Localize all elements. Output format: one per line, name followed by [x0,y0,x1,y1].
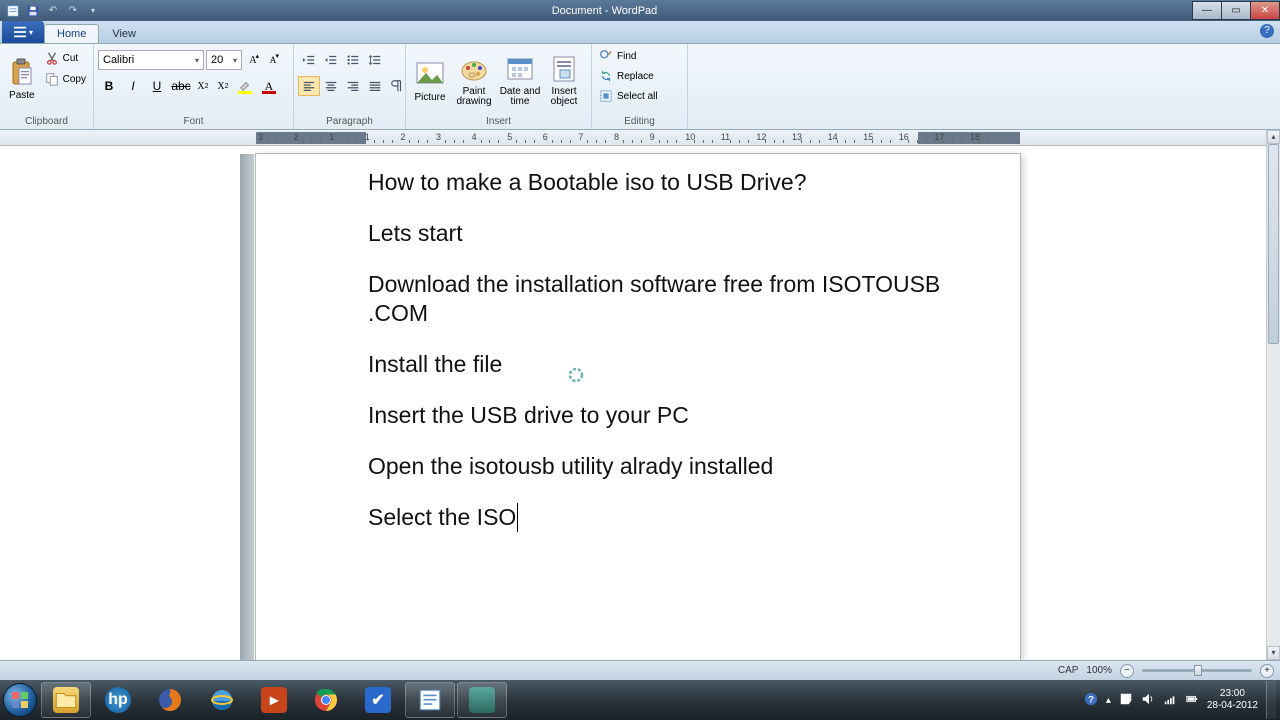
taskbar: hp ▸ ✔ ? ▴ 23:00 28-04-2012 [0,680,1280,720]
find-button[interactable]: Find [596,46,680,66]
document-area: 321123456789101112131415161718 How to ma… [0,130,1266,660]
page[interactable]: How to make a Bootable iso to USB Drive?… [256,154,1020,660]
taskbar-chrome[interactable] [301,682,351,718]
zoom-level: 100% [1086,665,1112,676]
tab-view[interactable]: View [99,24,149,43]
wordpad-icon[interactable] [6,4,20,18]
paragraph-4: Install the file [368,350,960,379]
paragraph-3: Download the installation software free … [368,270,960,328]
justify-button[interactable] [364,76,386,96]
taskbar-hp[interactable]: hp [93,682,143,718]
svg-text:?: ? [1088,694,1094,705]
save-icon[interactable] [26,4,40,18]
tab-home[interactable]: Home [44,24,99,43]
copy-button[interactable]: Copy [42,69,89,89]
paragraph-group-label: Paragraph [298,115,401,129]
quick-access-toolbar: ↶ ↷ ▾ [0,4,106,18]
qat-dropdown-icon[interactable]: ▾ [86,4,100,18]
font-size-combo[interactable]: 20▾ [206,50,242,70]
start-button[interactable] [0,680,40,720]
network-icon[interactable] [1163,692,1177,709]
taskbar-ie[interactable] [197,682,247,718]
taskbar-wordpad[interactable] [405,682,455,718]
cut-button[interactable]: Cut [42,48,89,68]
scroll-down-button[interactable]: ▾ [1267,646,1280,660]
underline-button[interactable]: U [146,76,168,96]
zoom-slider[interactable] [1142,669,1252,672]
font-color-button[interactable]: A [258,76,280,96]
superscript-button[interactable]: X2 [214,76,232,96]
italic-button[interactable]: I [122,76,144,96]
minimize-button[interactable]: — [1192,1,1222,20]
insert-object-button[interactable]: Insert object [544,46,584,114]
ribbon: Paste Cut Copy Clipboard Calibri▾ 20▾ A▴… [0,44,1280,130]
taskbar-explorer[interactable] [41,682,91,718]
paragraph-2: Lets start [368,219,960,248]
clock[interactable]: 23:00 28-04-2012 [1207,688,1258,712]
strikethrough-button[interactable]: abc [170,76,192,96]
paragraph-dialog-button[interactable] [386,76,408,96]
line-spacing-button[interactable] [364,50,386,70]
editing-group-label: Editing [596,115,683,129]
help-tray-icon[interactable]: ? [1084,692,1098,709]
caps-lock-indicator: CAP [1058,665,1079,676]
shrink-font-button[interactable]: A▾ [264,50,282,70]
zoom-in-button[interactable]: + [1260,664,1274,678]
tray-expand-icon[interactable]: ▴ [1106,695,1111,706]
highlight-button[interactable] [234,76,256,96]
document-content[interactable]: How to make a Bootable iso to USB Drive?… [368,168,960,554]
select-all-button[interactable]: Select all [596,86,680,106]
paragraph-6: Open the isotousb utility alrady install… [368,452,960,481]
volume-icon[interactable] [1141,692,1155,709]
insert-group-label: Insert [410,115,587,129]
paragraph-5: Insert the USB drive to your PC [368,401,960,430]
ruler[interactable]: 321123456789101112131415161718 [0,130,1266,146]
battery-icon[interactable] [1185,692,1199,709]
bold-button[interactable]: B [98,76,120,96]
paragraph-7: Select the ISO [368,503,518,532]
vertical-scrollbar[interactable]: ▴ ▾ [1266,130,1280,660]
title-bar: ↶ ↷ ▾ Document - WordPad — ▭ ✕ [0,0,1280,21]
increase-indent-button[interactable] [320,50,342,70]
maximize-button[interactable]: ▭ [1221,1,1251,20]
replace-button[interactable]: Replace [596,66,680,86]
taskbar-app-teal[interactable] [457,682,507,718]
taskbar-firefox[interactable] [145,682,195,718]
font-group-label: Font [98,115,289,129]
busy-cursor-icon [568,367,584,383]
ribbon-tabs: ▾ Home View ? [0,21,1280,44]
paste-button[interactable]: Paste [4,46,40,112]
font-family-combo[interactable]: Calibri▾ [98,50,204,70]
grow-font-button[interactable]: A▴ [244,50,262,70]
scroll-up-button[interactable]: ▴ [1267,130,1280,144]
clipboard-group-label: Clipboard [4,115,89,129]
align-right-button[interactable] [342,76,364,96]
decrease-indent-button[interactable] [298,50,320,70]
paint-drawing-button[interactable]: Paint drawing [452,46,496,114]
action-center-icon[interactable] [1119,692,1133,709]
date-time-button[interactable]: Date and time [498,46,542,114]
zoom-out-button[interactable]: − [1120,664,1134,678]
window-title: Document - WordPad [106,5,1193,17]
align-center-button[interactable] [320,76,342,96]
help-button[interactable]: ? [1260,24,1274,38]
paragraph-1: How to make a Bootable iso to USB Drive? [368,168,960,197]
taskbar-app-blue[interactable]: ✔ [353,682,403,718]
picture-button[interactable]: Picture [410,46,450,114]
align-left-button[interactable] [298,76,320,96]
show-desktop-button[interactable] [1266,681,1276,719]
status-bar: CAP 100% − + [0,660,1280,680]
subscript-button[interactable]: X2 [194,76,212,96]
bullets-button[interactable] [342,50,364,70]
taskbar-media[interactable]: ▸ [249,682,299,718]
close-button[interactable]: ✕ [1250,1,1280,20]
system-tray: ? ▴ 23:00 28-04-2012 [1084,681,1280,719]
undo-icon[interactable]: ↶ [46,4,60,18]
redo-icon[interactable]: ↷ [66,4,80,18]
scroll-thumb[interactable] [1268,144,1279,344]
file-menu-button[interactable]: ▾ [2,21,44,43]
